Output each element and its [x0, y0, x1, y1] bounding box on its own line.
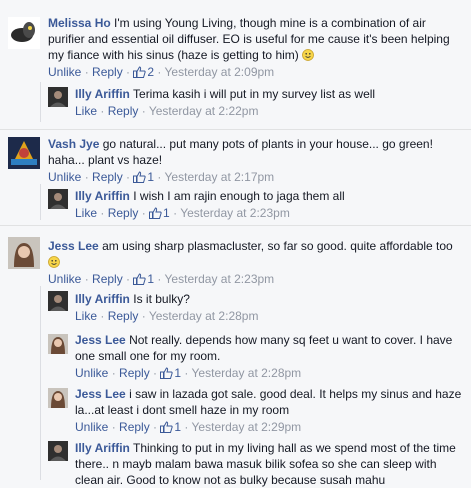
timestamp[interactable]: Yesterday at 2:29pm — [192, 420, 302, 434]
reply-link[interactable]: Reply — [92, 170, 123, 184]
commenter-name[interactable]: Illy Ariffin — [75, 189, 130, 203]
comment-text: Thinking to put in my living hall as we … — [75, 441, 456, 487]
reply-thread-line — [40, 286, 41, 480]
avatar[interactable] — [48, 291, 68, 311]
avatar[interactable] — [48, 388, 68, 408]
thumbs-up-icon[interactable] — [149, 207, 162, 223]
thumbs-up-icon[interactable] — [133, 66, 147, 82]
timestamp[interactable]: Yesterday at 2:22pm — [149, 104, 259, 118]
avatar[interactable] — [8, 237, 40, 269]
reply-link[interactable]: Reply — [108, 104, 139, 118]
thumbs-up-icon[interactable] — [160, 367, 174, 383]
commenter-name[interactable]: Melissa Ho — [48, 16, 111, 30]
thumbs-up-icon[interactable] — [160, 421, 174, 437]
timestamp[interactable]: Yesterday at 2:28pm — [149, 309, 259, 323]
timestamp[interactable]: Yesterday at 2:28pm — [192, 366, 302, 380]
comment-text: i saw in lazada got sale. good deal. It … — [75, 387, 462, 417]
commenter-name[interactable]: Illy Ariffin — [75, 441, 130, 455]
avatar[interactable] — [8, 137, 40, 169]
reply-link[interactable]: Reply — [108, 309, 139, 323]
divider — [0, 129, 471, 130]
reply-link[interactable]: Reply — [119, 366, 150, 380]
comment-text: am using sharp plasmacluster, so far so … — [102, 239, 453, 253]
comment-text: Terima kasih i will put in my survey lis… — [133, 87, 376, 101]
reply-thread-line — [40, 184, 41, 220]
commenter-name[interactable]: Jess Lee — [75, 333, 126, 347]
comment-text: Is it bulky? — [133, 292, 190, 306]
divider — [0, 225, 471, 226]
avatar[interactable] — [48, 189, 68, 209]
like-link[interactable]: Like — [75, 206, 97, 220]
commenter-name[interactable]: Vash Jye — [48, 137, 99, 151]
timestamp[interactable]: Yesterday at 2:23pm — [180, 206, 290, 220]
thumbs-up-icon[interactable] — [133, 273, 147, 289]
unlike-link[interactable]: Unlike — [48, 170, 81, 184]
unlike-link[interactable]: Unlike — [75, 366, 108, 380]
avatar[interactable] — [48, 87, 68, 107]
avatar[interactable] — [48, 441, 68, 461]
like-link[interactable]: Like — [75, 104, 97, 118]
comment-text: I wish I am rajin enough to jaga them al… — [133, 189, 345, 203]
smiley-emoji-icon — [48, 256, 60, 268]
avatar[interactable] — [48, 334, 68, 354]
like-count[interactable]: 1 — [163, 206, 170, 220]
commenter-name[interactable]: Jess Lee — [48, 239, 99, 253]
commenter-name[interactable]: Illy Ariffin — [75, 87, 130, 101]
timestamp[interactable]: Yesterday at 2:23pm — [165, 272, 275, 286]
unlike-link[interactable]: Unlike — [48, 272, 81, 286]
commenter-name[interactable]: Jess Lee — [75, 387, 126, 401]
avatar[interactable] — [8, 17, 40, 49]
like-link[interactable]: Like — [75, 309, 97, 323]
timestamp[interactable]: Yesterday at 2:17pm — [165, 170, 275, 184]
comment-text: Not really. depends how many sq feet u w… — [75, 333, 453, 363]
reply-link[interactable]: Reply — [108, 206, 139, 220]
reply-thread-line — [40, 82, 41, 122]
reply-link[interactable]: Reply — [92, 272, 123, 286]
reply-link[interactable]: Reply — [92, 65, 123, 79]
unlike-link[interactable]: Unlike — [48, 65, 81, 79]
timestamp[interactable]: Yesterday at 2:09pm — [165, 65, 275, 79]
unlike-link[interactable]: Unlike — [75, 420, 108, 434]
reply-link[interactable]: Reply — [119, 420, 150, 434]
smiley-emoji-icon — [302, 49, 315, 61]
commenter-name[interactable]: Illy Ariffin — [75, 292, 130, 306]
comment-text: go natural... put many pots of plants in… — [48, 137, 433, 167]
thumbs-up-icon[interactable] — [133, 171, 147, 187]
